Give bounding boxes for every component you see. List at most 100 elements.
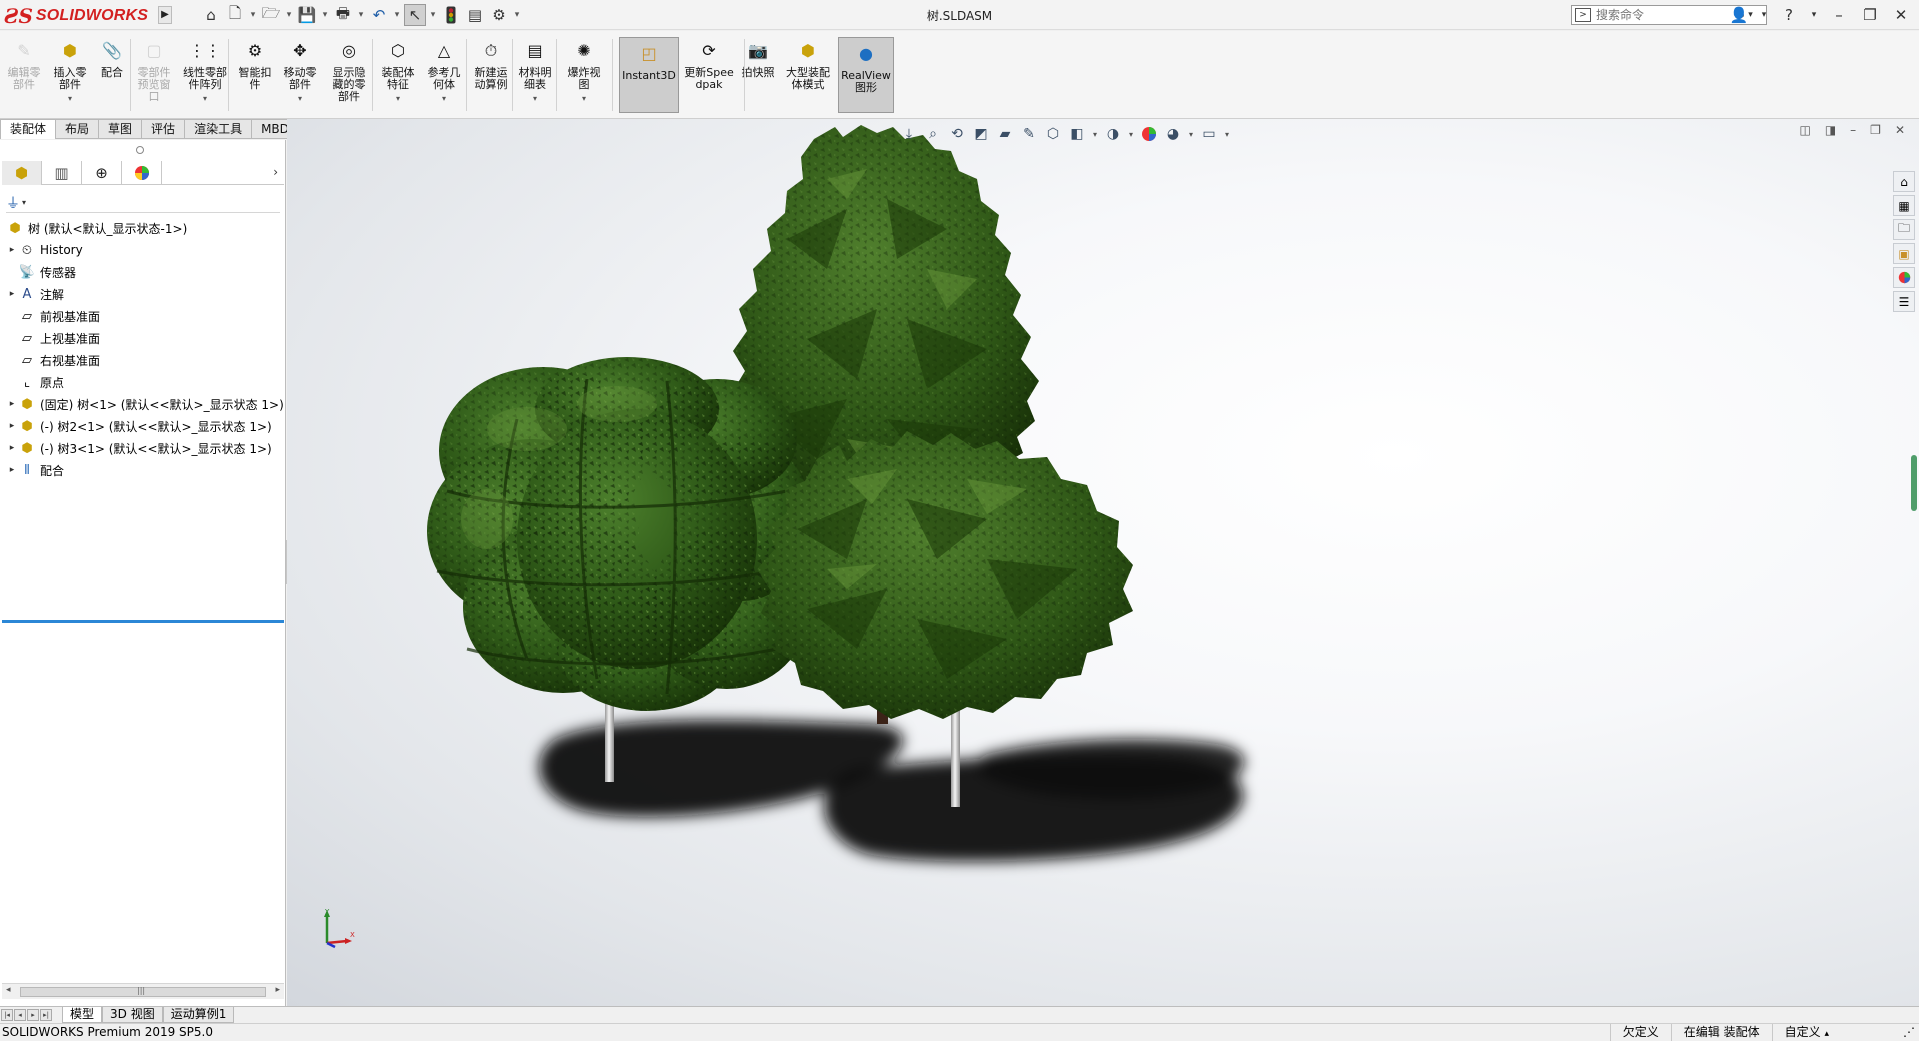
chevron-down-icon[interactable]: ▾ [1127,130,1135,139]
cmd-button[interactable]: ⋮⋮ 线性零部件阵列 ▾ [178,35,232,113]
chevron-down-icon[interactable]: ▾ [1808,4,1820,26]
chevron-down-icon[interactable]: ▾ [284,4,294,26]
save-icon[interactable]: 💾 [296,4,318,26]
section-view-icon[interactable]: ◩ [971,124,991,144]
tree-item[interactable]: ▸ ⬢ (-) 树3<1> (默认<<默认>_显示状态 1>) [0,437,286,459]
tree-item[interactable]: ▱ 上视基准面 [0,327,286,349]
command-tab[interactable]: 草图 [99,119,143,139]
tree-item[interactable]: ▸ ⏲ History [0,239,286,261]
chevron-up-icon[interactable]: ▴ [1824,1029,1829,1039]
chevron-down-icon[interactable]: ▾ [203,93,207,105]
chevron-down-icon[interactable]: ▾ [392,4,402,26]
resize-grip-icon[interactable]: ⋰ [1899,1024,1919,1041]
cmd-button[interactable]: ⏱ 新建运动算例 [471,35,511,113]
chevron-down-icon[interactable]: ▾ [22,198,26,207]
design-library-icon[interactable]: ▦ [1893,195,1915,216]
search-input[interactable] [1596,8,1736,22]
expand-arrow-icon[interactable]: ▸ [6,465,18,475]
document-tab[interactable]: 模型 [62,1007,103,1023]
chevron-down-icon[interactable]: ▾ [298,93,302,105]
collapse-left-icon[interactable]: ◫ [1799,123,1810,137]
custom-properties-icon[interactable]: ☰ [1893,291,1915,312]
dynamic-annotation-icon[interactable]: ▰ [995,124,1015,144]
solidworks-logo[interactable]: ƧS SOLIDWORKS [4,3,154,28]
chevron-down-icon[interactable]: ▾ [396,93,400,105]
display-manager-tab-icon[interactable] [122,161,162,185]
expand-arrow-icon[interactable]: ▸ [6,399,18,409]
tree-item[interactable]: ▸ ⫴ 配合 [0,459,286,481]
tree-item[interactable]: ▸ A 注解 [0,283,286,305]
apply-scene-icon[interactable]: ◕ [1163,124,1183,144]
select-cursor-icon[interactable]: ↖ [404,4,426,26]
units-selector[interactable]: 自定义 ▴ [1771,1024,1899,1041]
close-icon[interactable]: ✕ [1889,4,1913,26]
collapse-right-icon[interactable]: ◨ [1825,123,1836,137]
trees-3d-model[interactable] [287,119,1919,1006]
chevron-down-icon[interactable]: ▾ [512,4,522,26]
first-tab-icon[interactable]: |◂ [1,1009,13,1021]
property-manager-tab-icon[interactable]: ▥ [42,161,82,185]
solidworks-resources-icon[interactable]: ⌂ [1893,171,1915,192]
panel-collapse-dot[interactable] [136,146,144,154]
view-palette-icon[interactable]: ▣ [1893,243,1915,264]
chevron-down-icon[interactable]: ▾ [1091,130,1099,139]
cmd-button[interactable]: ⚙ 智能扣件 [236,35,274,113]
cmd-button[interactable]: ◎ 显示隐藏的零部件 [326,35,372,113]
chevron-down-icon[interactable]: ▾ [1223,130,1231,139]
tree-item[interactable]: ▸ ⬢ (-) 树2<1> (默认<<默认>_显示状态 1>) [0,415,286,437]
chevron-down-icon[interactable]: ▾ [428,4,438,26]
command-tab[interactable]: 渲染工具 [185,119,253,139]
chevron-down-icon[interactable]: ▾ [320,4,330,26]
edit-appearance-icon[interactable] [1139,124,1159,144]
restore-icon[interactable]: ❐ [1870,123,1881,137]
feature-manager-tab-icon[interactable]: ⬢ [2,161,42,185]
configuration-manager-tab-icon[interactable]: ⊕ [82,161,122,185]
chevron-down-icon[interactable]: ▾ [248,4,258,26]
expand-arrow-icon[interactable]: ▸ [6,289,18,299]
cmd-button[interactable]: ✺ 爆炸视图 ▾ [562,35,606,113]
cmd-button[interactable]: ▢ 零部件预览窗口 [132,35,176,113]
chevron-down-icon[interactable]: ▾ [533,93,537,105]
expand-arrow-icon[interactable]: ▸ [6,443,18,453]
tree-item[interactable]: ⌞ 原点 [0,371,286,393]
last-tab-icon[interactable]: ▸| [40,1009,52,1021]
scroll-left-icon[interactable]: ◂ [6,985,11,995]
appearances-icon[interactable] [1893,267,1915,288]
horizontal-scrollbar[interactable]: ◂ ||| ▸ [2,983,284,999]
command-tab[interactable]: 布局 [56,119,100,139]
hide-show-items-icon[interactable]: ◑ [1103,124,1123,144]
rollback-bar[interactable] [2,620,284,623]
user-icon[interactable]: 👤 [1727,4,1751,26]
document-tab[interactable]: 3D 视图 [102,1007,163,1023]
cmd-button[interactable]: △ 参考几何体 ▾ [421,35,467,113]
tree-item[interactable]: ▸ ⬢ (固定) 树<1> (默认<<默认>_显示状态 1>) [0,393,286,415]
document-tab[interactable]: 运动算例1 [162,1007,235,1023]
chevron-right-icon[interactable]: › [273,165,278,179]
instant3d-icon[interactable]: ✎ [1019,124,1039,144]
close-icon[interactable]: ✕ [1895,123,1905,137]
help-icon[interactable]: ? [1777,4,1801,26]
cmd-button[interactable]: ⬢ 大型装配体模式 [784,35,832,113]
minimize-icon[interactable]: – [1827,4,1851,26]
print-icon[interactable]: 🖶 [332,4,354,26]
cmd-button[interactable]: ● RealView图形 [838,37,894,113]
chevron-down-icon[interactable]: ▾ [582,93,586,105]
next-tab-icon[interactable]: ▸ [27,1009,39,1021]
file-explorer-icon[interactable]: 🗀 [1893,219,1915,240]
rebuild-traffic-light-icon[interactable] [440,4,462,26]
scroll-right-icon[interactable]: ▸ [275,985,280,995]
home-icon[interactable]: ⌂ [200,4,222,26]
task-pane-scroll-indicator[interactable] [1911,455,1917,511]
view-orientation-icon[interactable]: ⬡ [1043,124,1063,144]
file-properties-icon[interactable]: ▤ [464,4,486,26]
open-folder-icon[interactable]: 🗁 [260,4,282,26]
expand-arrow-icon[interactable]: ▸ [6,245,18,255]
display-style-icon[interactable]: ◧ [1067,124,1087,144]
zoom-to-area-icon[interactable]: ⌕ [923,124,943,144]
menu-expand-arrow[interactable]: ▶ [158,6,172,24]
chevron-down-icon[interactable]: ▾ [442,93,446,105]
options-gear-icon[interactable]: ⚙ [488,4,510,26]
tree-root[interactable]: ⬢ 树 (默认<默认_显示状态-1>) [0,217,286,239]
new-document-icon[interactable]: 🗋 [224,4,246,26]
chevron-down-icon[interactable]: ▾ [1187,130,1195,139]
